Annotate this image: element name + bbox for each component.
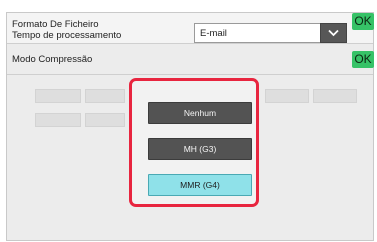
background-placeholder [85,89,125,103]
chevron-down-icon [328,29,339,37]
divider [7,74,373,75]
dropdown-button[interactable] [320,23,347,43]
option-nenhum-button[interactable]: Nenhum [148,102,252,124]
background-placeholder [265,89,309,103]
file-format-value: E-mail [200,28,227,39]
background-placeholder [313,89,357,103]
option-mmr-g4-button[interactable]: MMR (G4) [148,174,252,196]
processing-time-label: Tempo de processamento [12,30,122,41]
header-ok-button[interactable]: OK [352,13,374,30]
background-placeholder [35,89,81,103]
header-bar: Formato De Ficheiro Tempo de processamen… [7,13,373,44]
background-placeholder [85,113,125,127]
file-format-label: Formato De Ficheiro [12,19,99,30]
file-format-select[interactable]: E-mail [194,23,347,43]
compression-mode-label: Modo Compressão [12,54,93,65]
option-mh-g3-button[interactable]: MH (G3) [148,138,252,160]
settings-screen: Formato De Ficheiro Tempo de processamen… [6,12,374,241]
compression-options-panel: Nenhum MH (G3) MMR (G4) [129,78,259,207]
background-placeholder [35,113,81,127]
compression-ok-button[interactable]: OK [352,51,374,68]
